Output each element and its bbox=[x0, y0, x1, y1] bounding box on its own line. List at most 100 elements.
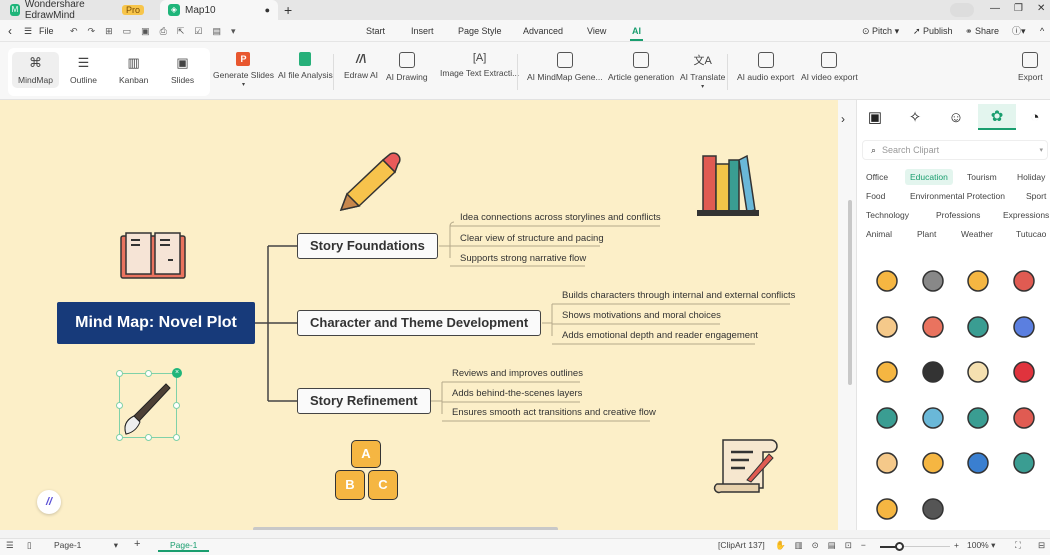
tab-advanced[interactable]: Advanced bbox=[523, 20, 563, 42]
open-book-clipart[interactable] bbox=[118, 230, 188, 282]
delete-clipart-icon[interactable]: × bbox=[172, 368, 182, 378]
mindmap-canvas[interactable]: Mind Map: Novel Plot Story Foundations C… bbox=[0, 100, 838, 530]
redo-icon[interactable]: ↷ bbox=[88, 20, 96, 42]
category-education[interactable]: Education bbox=[905, 169, 953, 185]
edraw-ai-button[interactable]: //\ Edraw AI bbox=[344, 52, 378, 80]
zoom-level[interactable]: 100% ▾ bbox=[967, 540, 995, 551]
collapse-panel-icon[interactable]: › bbox=[841, 112, 845, 126]
clock-icon[interactable] bbox=[964, 267, 992, 295]
article-generation-button[interactable]: Article generation bbox=[608, 52, 674, 82]
view-outline[interactable]: ☰ Outline bbox=[70, 55, 97, 85]
restore-button[interactable]: ❐ bbox=[1014, 3, 1023, 14]
pitch-button[interactable]: ⊙ Pitch ▾ bbox=[862, 20, 899, 42]
zoom-slider-thumb[interactable] bbox=[895, 542, 904, 551]
subtopic[interactable]: Clear view of structure and pacing bbox=[460, 233, 604, 244]
presentation-icon[interactable] bbox=[919, 404, 947, 432]
fountain-pen-icon[interactable] bbox=[1010, 449, 1038, 477]
panel-layout-icon[interactable]: ⊟ bbox=[1038, 540, 1045, 551]
help-button[interactable]: ⓘ▾ bbox=[1012, 20, 1026, 42]
menu-icon[interactable]: ☰ bbox=[24, 20, 32, 42]
ai-translate-button[interactable]: 文A AI Translate ▾ bbox=[680, 52, 725, 90]
add-page-button[interactable]: + bbox=[134, 538, 140, 550]
fit-page-icon[interactable]: ▤ bbox=[828, 540, 836, 551]
scroll-clipart[interactable] bbox=[713, 436, 781, 496]
subtopic[interactable]: Idea connections across storylines and c… bbox=[460, 212, 661, 223]
check-icon[interactable]: ☑ bbox=[194, 20, 202, 42]
category-office[interactable]: Office bbox=[866, 172, 888, 182]
file-menu[interactable]: File bbox=[39, 20, 54, 42]
heart-icon[interactable] bbox=[1010, 358, 1038, 386]
branch-topic[interactable]: Character and Theme Development bbox=[297, 310, 542, 336]
ai-audio-export-button[interactable]: AI audio export bbox=[737, 52, 794, 82]
category-weather[interactable]: Weather bbox=[961, 229, 993, 239]
glasses-icon[interactable] bbox=[919, 267, 947, 295]
category-food[interactable]: Food bbox=[866, 191, 885, 201]
zoom-in-icon[interactable]: + bbox=[954, 540, 959, 550]
tab-view[interactable]: View bbox=[587, 20, 606, 42]
lightbulb-icon[interactable] bbox=[919, 449, 947, 477]
print-icon[interactable]: ⎙ bbox=[160, 20, 167, 42]
panel-tab-clipart[interactable]: ✿ bbox=[978, 104, 1016, 130]
tab-page-style[interactable]: Page Style bbox=[458, 20, 502, 42]
export-small-icon[interactable]: ⇱ bbox=[177, 20, 185, 42]
puzzle-icon[interactable] bbox=[873, 358, 901, 386]
tab-start[interactable]: Start bbox=[366, 20, 385, 42]
branch-topic[interactable]: Story Foundations bbox=[297, 233, 438, 259]
share-button[interactable]: ⚭ Share bbox=[965, 20, 999, 42]
category-plant[interactable]: Plant bbox=[917, 229, 936, 239]
panel-tab-format[interactable]: ▣ bbox=[856, 104, 894, 130]
resize-handle[interactable] bbox=[116, 434, 123, 441]
more-icon[interactable]: ▾ bbox=[231, 20, 236, 42]
clipart-search-input[interactable]: ⌕ Search Clipart ▾ bbox=[862, 140, 1048, 160]
horizontal-scrollbar[interactable] bbox=[253, 527, 558, 530]
category-professions[interactable]: Professions bbox=[936, 210, 980, 220]
raised-hand-icon[interactable] bbox=[1010, 267, 1038, 295]
zoom-slider[interactable] bbox=[880, 542, 950, 551]
panel-tab-history[interactable]: ◔ bbox=[1020, 104, 1050, 130]
ai-drawing-button[interactable]: AI Drawing bbox=[386, 52, 428, 82]
gamepad-icon[interactable] bbox=[1010, 313, 1038, 341]
pencil-icon[interactable] bbox=[873, 495, 901, 523]
subtopic[interactable]: Adds behind-the-scenes layers bbox=[452, 388, 582, 399]
picture-icon[interactable] bbox=[964, 404, 992, 432]
ai-video-export-button[interactable]: AI video export bbox=[801, 52, 858, 82]
ai-file-analysis-button[interactable]: AI file Analysis bbox=[278, 52, 333, 80]
new-tab-button[interactable]: + bbox=[284, 2, 292, 18]
new-icon[interactable]: ⊞ bbox=[105, 20, 113, 42]
panel-tab-ai[interactable]: ✧ bbox=[896, 104, 934, 130]
selected-clipart[interactable]: × bbox=[116, 368, 182, 441]
category-animal[interactable]: Animal bbox=[866, 229, 892, 239]
category-expressions[interactable]: Expressions bbox=[1003, 210, 1049, 220]
generate-slides-button[interactable]: P Generate Slides ▾ bbox=[213, 52, 274, 88]
pencil-clipart[interactable] bbox=[333, 152, 401, 218]
book-view-icon[interactable]: ▥ bbox=[795, 540, 803, 551]
play-icon[interactable]: ⊙ bbox=[812, 540, 819, 551]
root-topic[interactable]: Mind Map: Novel Plot bbox=[57, 302, 255, 344]
open-icon[interactable]: ▭ bbox=[123, 20, 132, 42]
minimize-button[interactable]: — bbox=[990, 3, 1000, 14]
books-clipart[interactable] bbox=[695, 152, 761, 218]
resize-handle[interactable] bbox=[173, 402, 180, 409]
tab-insert[interactable]: Insert bbox=[411, 20, 434, 42]
view-slides[interactable]: ▣ Slides bbox=[171, 55, 194, 85]
vertical-scrollbar[interactable] bbox=[848, 200, 852, 385]
category-sport[interactable]: Sport bbox=[1026, 191, 1046, 201]
view-kanban[interactable]: ▥ Kanban bbox=[119, 55, 148, 85]
branch-topic[interactable]: Story Refinement bbox=[297, 388, 431, 414]
footprint-icon[interactable] bbox=[873, 313, 901, 341]
avatar[interactable] bbox=[950, 3, 974, 17]
dropdown-icon[interactable]: ▾ bbox=[701, 83, 704, 90]
block-a-clipart[interactable]: A bbox=[351, 440, 381, 468]
subtopic[interactable]: Shows motivations and moral choices bbox=[562, 310, 721, 321]
export-button[interactable]: Export bbox=[1018, 52, 1043, 82]
resize-handle[interactable] bbox=[116, 370, 123, 377]
edraw-ai-assistant-button[interactable]: // bbox=[37, 490, 61, 514]
clipboard-icon[interactable] bbox=[919, 313, 947, 341]
back-icon[interactable]: ‹ bbox=[8, 20, 12, 42]
laptop-icon[interactable] bbox=[964, 313, 992, 341]
collapse-ribbon-icon[interactable]: ^ bbox=[1040, 20, 1044, 42]
outline-toggle-icon[interactable]: ☰ bbox=[6, 540, 14, 551]
publish-button[interactable]: ➚ Publish bbox=[913, 20, 953, 42]
category-technology[interactable]: Technology bbox=[866, 210, 909, 220]
fit-width-icon[interactable]: ⊡ bbox=[845, 540, 852, 551]
